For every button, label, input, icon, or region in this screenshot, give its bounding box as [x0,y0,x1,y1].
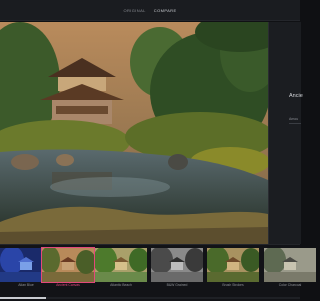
preset-preview [151,248,203,282]
preset-thumb-brush-strokes[interactable]: Brush Strokes [207,248,259,288]
amount-label: Amou [289,117,299,121]
preset-thumbnails: Atlan Blue Ancient Canvas Atlantic Beach… [0,247,316,288]
preset-label: Ancient Canvas [56,283,80,287]
top-bar: ORIGINAL COMPARE [0,0,300,21]
preset-label: Atlantic Beach [110,283,132,287]
amount-slider[interactable] [289,123,301,124]
preset-thumb-color-charcoal[interactable]: Color Charcoal [264,248,316,288]
scrollbar-thumb[interactable] [0,297,46,299]
adjustments-panel: Ancie Amou [268,22,303,244]
preset-title: Ancie [289,93,303,99]
preset-thumb-bw-grained[interactable]: B&W Grained [151,248,203,288]
app-window: ORIGINAL COMPARE Ancie Amou Atlan Blue A… [0,0,316,301]
tab-compare[interactable]: COMPARE [154,8,177,13]
photo-image [0,22,268,244]
preset-preview [264,248,316,282]
preset-label: B&W Grained [166,283,188,287]
preset-label: Color Charcoal [278,283,302,287]
preset-thumb-atlantic-beach[interactable]: Atlantic Beach [95,248,147,288]
main-photo-preview[interactable] [0,22,268,244]
preset-label: Brush Strokes [222,283,244,287]
preset-preview [207,248,259,282]
preset-preview [95,248,147,282]
selection-frame [41,247,95,283]
preset-thumb-ancient-canvas[interactable]: Ancient Canvas [41,247,95,288]
filmstrip-scrollbar[interactable] [0,297,300,299]
tab-original[interactable]: ORIGINAL [123,8,145,13]
preset-filmstrip: Atlan Blue Ancient Canvas Atlantic Beach… [0,244,316,301]
view-tabs: ORIGINAL COMPARE [0,0,300,20]
